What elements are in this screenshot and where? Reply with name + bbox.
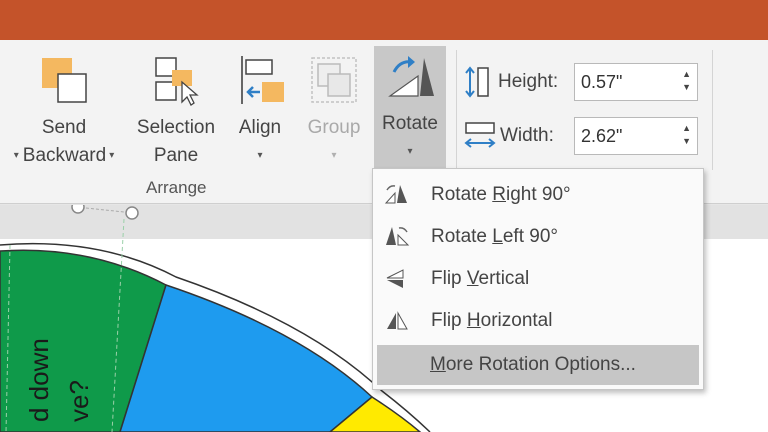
flip-vertical-icon [386,269,404,288]
group-label: Group [307,117,361,138]
send-backward-icon [42,58,87,103]
height-label: Height: [498,71,559,92]
width-spinner[interactable]: ▲ ▼ [682,122,691,148]
wheel-text-line-1: d down [24,338,54,422]
chevron-down-icon: ▾ [13,150,19,161]
selection-pane-label-1: Selection [136,117,216,138]
group-icon [311,57,357,103]
menu-item-rotate-right[interactable]: Rotate Right 90° [373,175,703,215]
send-backward-label-2: Backward [22,145,107,167]
menu-item-label: Flip Vertical [431,268,530,289]
rotate-left-icon [386,227,410,246]
rotate-right-icon [384,185,407,204]
flip-horizontal-icon [387,311,408,330]
title-bar [0,0,768,40]
menu-item-flip-vertical[interactable]: Flip Vertical [373,259,703,299]
rotate-label: Rotate [382,113,438,134]
selection-handle[interactable] [125,206,139,220]
send-backward-button[interactable]: Send ▾ Backward ▾ [0,50,128,182]
align-label: Align [238,117,282,138]
height-icon [465,66,489,98]
spin-up-icon[interactable]: ▲ [682,68,691,81]
height-value: 0.57" [581,72,623,92]
width-icon [464,122,496,148]
spin-up-icon[interactable]: ▲ [682,122,691,135]
height-spinner[interactable]: ▲ ▼ [682,68,691,94]
rotate-button[interactable]: Rotate ▾ [374,46,446,170]
height-row: Height: 0.57" ▲ ▼ [464,62,698,102]
chevron-down-icon: ▾ [331,150,337,161]
selection-pane-button[interactable]: Selection Pane [130,50,222,182]
chevron-down-icon: ▾ [257,150,263,161]
selection-pane-label-2: Pane [153,145,199,166]
width-row: Width: 2.62" ▲ ▼ [464,116,698,156]
spin-down-icon[interactable]: ▼ [682,81,691,94]
menu-item-label: Rotate Left 90° [431,226,558,247]
menu-item-flip-horizontal[interactable]: Flip Horizontal [373,301,703,341]
selection-handle[interactable] [71,205,85,214]
ribbon-separator [712,50,713,170]
align-button[interactable]: Align ▾ [226,50,294,182]
selection-pane-icon [155,57,199,106]
width-input[interactable]: 2.62" ▲ ▼ [574,117,698,155]
rotate-dropdown-menu: Rotate Right 90° Rotate Left 90° Flip Ve… [372,168,704,390]
wheel-text-line-2: ve? [64,380,94,422]
send-backward-label-1: Send [41,117,87,138]
spin-down-icon[interactable]: ▼ [682,135,691,148]
chevron-down-icon: ▾ [109,150,115,161]
align-icon [241,56,284,104]
menu-item-rotate-left[interactable]: Rotate Left 90° [373,217,703,257]
group-button[interactable]: Group ▾ [298,50,370,182]
menu-item-label: Flip Horizontal [431,310,553,331]
width-label: Width: [500,125,554,146]
chevron-down-icon: ▾ [407,146,413,157]
ribbon-separator [456,50,457,170]
menu-item-label: More Rotation Options... [430,354,636,375]
menu-item-label: Rotate Right 90° [431,184,571,205]
menu-item-more-rotation-options[interactable]: More Rotation Options... [377,345,699,385]
height-input[interactable]: 0.57" ▲ ▼ [574,63,698,101]
arrange-group-label: Arrange [146,178,207,197]
rotate-icon [388,56,434,97]
width-value: 2.62" [581,126,623,146]
